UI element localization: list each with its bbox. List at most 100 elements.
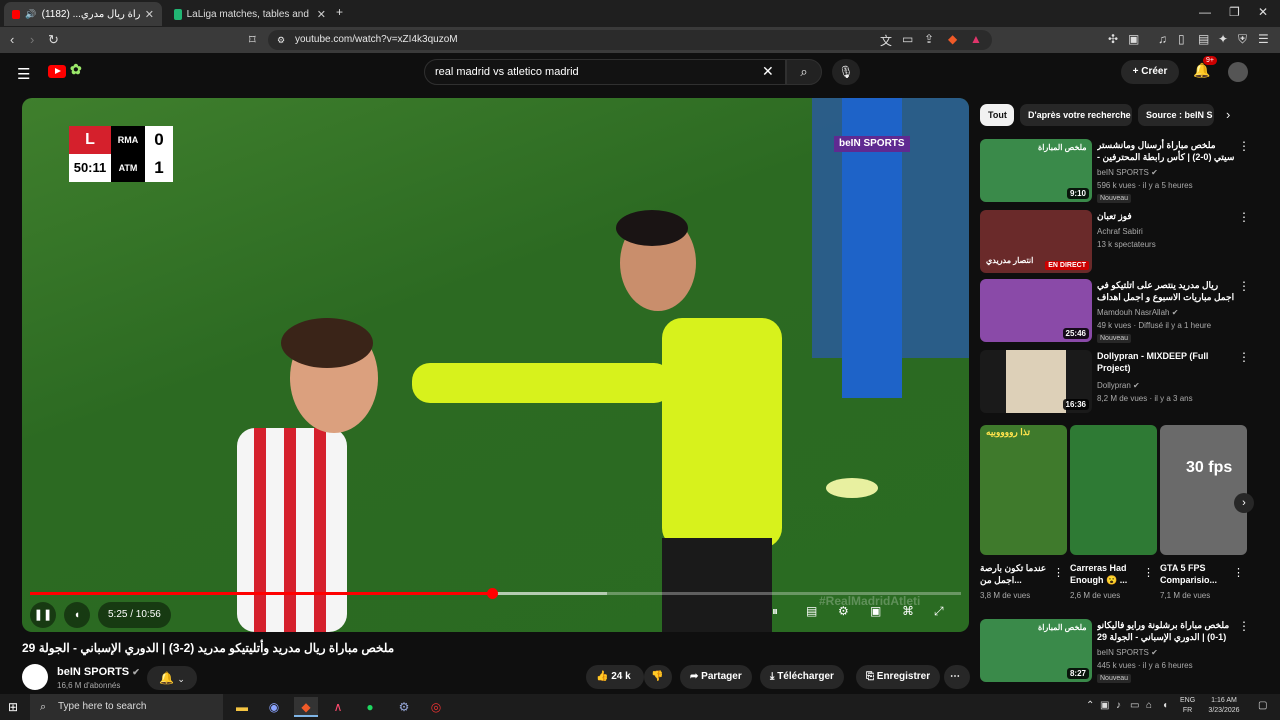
channel-avatar[interactable] [22, 664, 48, 690]
progress-bar[interactable] [30, 588, 961, 599]
video-player[interactable]: L 50:11 RMA ATM 0 1 beIN SPORTS #RealMad… [22, 98, 969, 632]
subscription-bell-button[interactable]: 🔔 ⌄ [147, 666, 197, 690]
short-item[interactable]: Carreras Had Enough 😮 ... 2,6 M de vues … [1070, 425, 1157, 600]
speaker-icon[interactable]: 🔊 [25, 9, 36, 20]
vpn-icon[interactable]: ⛨ [1238, 32, 1247, 47]
settings-gear-icon[interactable]: ⚙ [838, 604, 849, 618]
screen-icon[interactable]: ▭ [902, 32, 913, 46]
shorts-next-button[interactable]: › [1234, 493, 1254, 513]
list-item[interactable]: ملخص المباراة 9:10 ملخص مباراة أرسنال وم… [980, 139, 1260, 203]
voice-search-button[interactable]: 🎙 [832, 59, 860, 85]
more-vert-icon[interactable]: ⋮ [1238, 619, 1250, 633]
chip-related[interactable]: D'après votre recherche [1020, 104, 1132, 126]
obs-icon[interactable]: ◎ [424, 697, 448, 717]
more-vert-icon[interactable]: ⋮ [1233, 566, 1244, 579]
menu-icon[interactable]: ☰ [1258, 32, 1269, 46]
app-icon[interactable]: ∧ [326, 697, 350, 717]
more-vert-icon[interactable]: ⋮ [1238, 210, 1250, 224]
tab-search-icon[interactable]: ▣ [1128, 32, 1139, 46]
like-button[interactable]: 👍 24 k [586, 665, 644, 689]
video-thumbnail[interactable]: ملخص المباراة 9:10 [980, 139, 1092, 202]
guide-menu-icon[interactable]: ☰ [17, 65, 30, 83]
short-thumbnail[interactable]: تذا رووووبيه [980, 425, 1067, 555]
list-item[interactable]: 25:46 ريال مدريد ينتصر على اتلتيكو في اج… [980, 279, 1260, 343]
rec-channel[interactable]: Mamdouh NasrAllah ✔ [1097, 308, 1237, 317]
spotify-icon[interactable]: ● [358, 697, 382, 717]
close-window-button[interactable]: ✕ [1258, 5, 1268, 19]
windows-start-icon[interactable]: ⊞ [8, 700, 18, 714]
tab-laliga[interactable]: LaLiga matches, tables and news 2025... … [166, 2, 334, 26]
youtube-doodle-icon[interactable]: ✿ [70, 61, 82, 78]
microphone-icon[interactable]: ♪ [1116, 700, 1121, 711]
create-button[interactable]: + Créer [1121, 60, 1179, 84]
avatar[interactable] [1228, 62, 1248, 82]
tray-overflow-icon[interactable]: ⌃ [1086, 700, 1094, 711]
search-input[interactable]: real madrid vs atletico madrid [424, 59, 786, 85]
video-thumbnail[interactable]: 25:46 [980, 279, 1092, 342]
chips-next-icon[interactable]: › [1226, 107, 1230, 122]
clock[interactable]: 1:16 AM 3/23/2026 [1203, 696, 1245, 716]
bookmark-icon[interactable]: ⌑ [249, 32, 256, 48]
more-vert-icon[interactable]: ⋮ [1238, 350, 1250, 364]
file-explorer-icon[interactable]: ▬ [230, 697, 254, 717]
minimize-button[interactable]: — [1199, 5, 1211, 19]
pause-button[interactable]: ❚❚ [30, 602, 56, 628]
download-button[interactable]: ⤓ Télécharger [760, 665, 844, 689]
rec-channel[interactable]: Dollypran ✔ [1097, 381, 1237, 390]
tray-app-icon[interactable]: ▣ [1100, 700, 1109, 711]
network-icon[interactable]: ⌂ [1146, 700, 1152, 711]
media-icon[interactable]: ♫ [1158, 32, 1167, 46]
rec-title[interactable]: Dollypran - MIXDEEP (Full Project) [1097, 350, 1235, 374]
brave-browser-icon[interactable]: ◆ [294, 697, 318, 717]
discord-icon[interactable]: ◉ [262, 697, 286, 717]
forward-icon[interactable]: › [30, 32, 34, 47]
more-vert-icon[interactable]: ⋮ [1053, 566, 1064, 579]
more-vert-icon[interactable]: ⋮ [1143, 566, 1154, 579]
rec-channel[interactable]: Achraf Sabiri [1097, 227, 1237, 236]
miniplayer-icon[interactable]: ▣ [870, 604, 881, 618]
channel-name[interactable]: beIN SPORTS ✔ [57, 666, 140, 678]
translate-icon[interactable]: 文 [880, 32, 892, 49]
sidebar-icon[interactable]: ▯ [1178, 32, 1185, 46]
taskbar-search-input[interactable]: ⌕ Type here to search [30, 694, 223, 720]
more-vert-icon[interactable]: ⋮ [1238, 139, 1250, 153]
clear-search-icon[interactable]: ✕ [762, 63, 774, 80]
dislike-button[interactable]: 👎 [644, 665, 672, 689]
cast-icon[interactable]: ⌘ [902, 604, 914, 618]
youtube-logo-icon[interactable] [48, 65, 66, 78]
share-icon[interactable]: ⇪ [924, 32, 934, 46]
rec-title[interactable]: فوز تعبان [1097, 210, 1235, 222]
short-thumbnail[interactable] [1070, 425, 1157, 555]
chip-all[interactable]: Tout [980, 104, 1014, 126]
reload-icon[interactable]: ↻ [48, 32, 59, 48]
notification-center-icon[interactable]: ▢ [1258, 700, 1267, 711]
new-tab-button[interactable]: + [336, 5, 343, 19]
rec-channel[interactable]: beIN SPORTS ✔ [1097, 168, 1237, 177]
steam-icon[interactable]: ⚙ [392, 697, 416, 717]
mute-button[interactable]: ◖ [64, 602, 90, 628]
list-item[interactable]: ملخص المباراة 8:27 ملخص مباراة برشلونة و… [980, 619, 1260, 683]
wallet-icon[interactable]: ▤ [1198, 32, 1209, 46]
brave-shield-icon[interactable]: ◆ [948, 32, 957, 46]
list-item[interactable]: 16:36 Dollypran - MIXDEEP (Full Project)… [980, 350, 1260, 414]
site-info-icon[interactable]: ⚙ [277, 30, 285, 50]
more-vert-icon[interactable]: ⋮ [1238, 279, 1250, 293]
rec-channel[interactable]: beIN SPORTS ✔ [1097, 648, 1237, 657]
restore-button[interactable]: ❐ [1229, 5, 1240, 19]
short-title[interactable]: Carreras Had Enough 😮 ... [1070, 562, 1140, 586]
volume-icon[interactable]: ◖ [1162, 700, 1168, 711]
short-item[interactable]: 30 fps GTA 5 FPS Comparisio... 7,1 M de … [1160, 425, 1247, 600]
search-button[interactable]: ⌕ [786, 59, 822, 85]
back-icon[interactable]: ‹ [10, 32, 14, 47]
video-thumbnail[interactable]: انتصار مدريدي EN DIRECT [980, 210, 1092, 273]
tray-device-icon[interactable]: ▭ [1130, 700, 1139, 711]
more-actions-button[interactable]: ⋯ [944, 665, 970, 689]
rec-title[interactable]: ريال مدريد ينتصر على اتلتيكو في اجمل مبا… [1097, 279, 1235, 303]
short-thumbnail[interactable]: 30 fps [1160, 425, 1247, 555]
rec-title[interactable]: ملخص مباراة برشلونة ورايو فاليكانو (1-0)… [1097, 619, 1235, 643]
tab-youtube[interactable]: 🔊 ملخص مباراة ريال مدري... (1182) ✕ [4, 2, 162, 26]
leo-ai-icon[interactable]: ✦ [1218, 32, 1228, 46]
autoplay-toggle-icon[interactable]: ⏸ [772, 604, 778, 619]
share-button[interactable]: ➦ Partager [680, 665, 752, 689]
video-thumbnail[interactable]: 16:36 [980, 350, 1092, 413]
